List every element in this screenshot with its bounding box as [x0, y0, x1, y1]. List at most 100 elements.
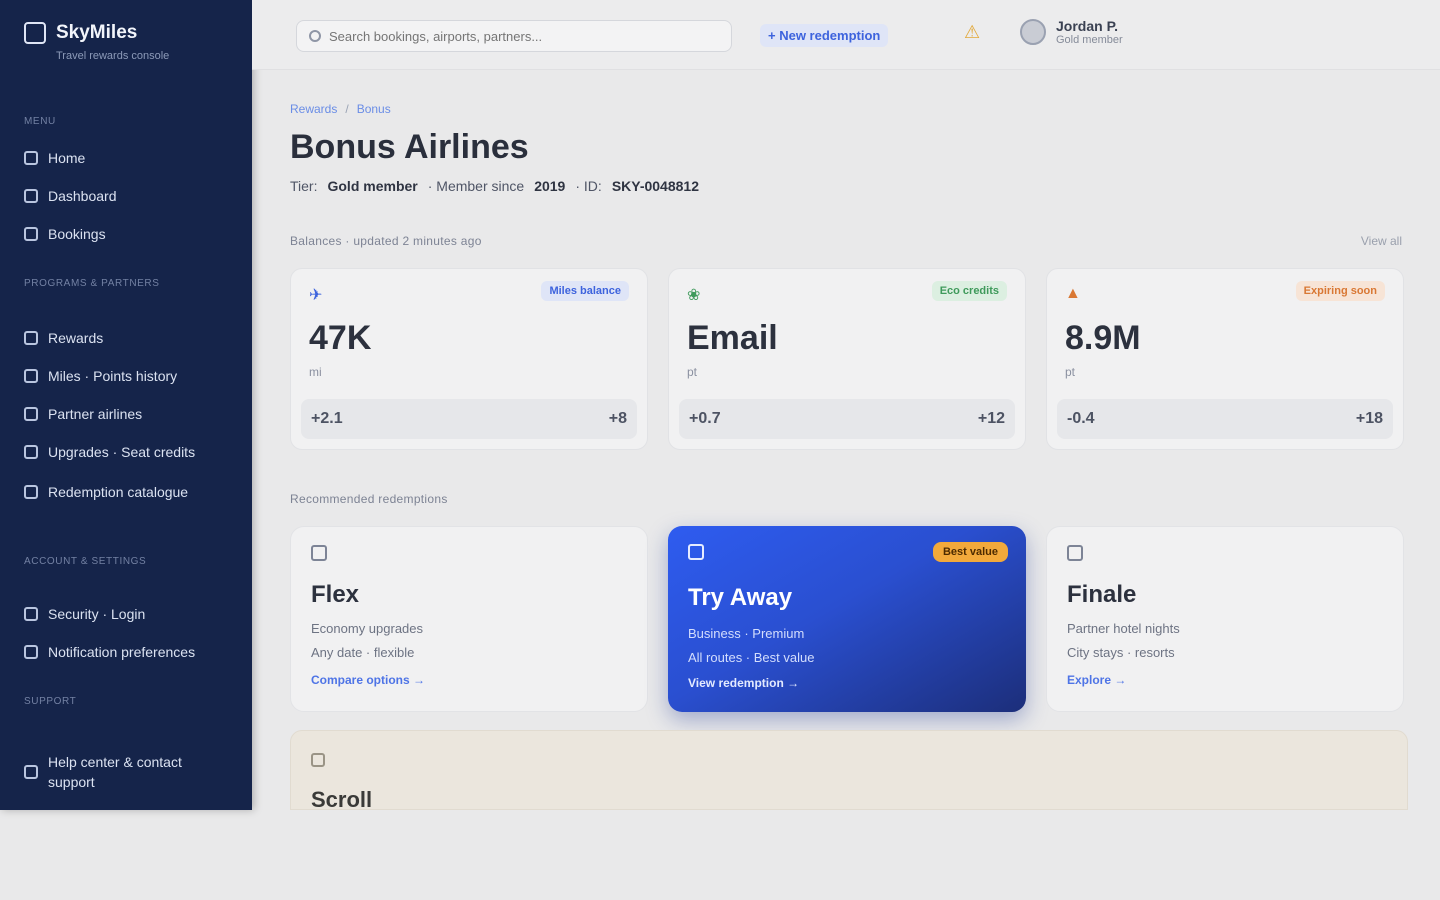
gift-icon [24, 331, 38, 345]
brand-subtitle: Travel rewards console [56, 50, 170, 62]
breadcrumb: Rewards / Bonus [290, 102, 391, 116]
plane-icon [24, 407, 38, 421]
nav-section-programs: Programs & partners [24, 278, 160, 289]
topbar: + New redemption ⚠ Jordan P. Gold member [252, 0, 1440, 70]
nav-section-menu: Menu [24, 116, 56, 127]
bottom-card[interactable]: Scroll [290, 730, 1408, 812]
breadcrumb-item[interactable]: Rewards [290, 102, 337, 116]
trend-left: -0.4 [1067, 410, 1095, 427]
ticket-icon [24, 227, 38, 241]
home-icon [24, 151, 38, 165]
page-title: Bonus Airlines [290, 128, 529, 166]
sidebar-item-bookings[interactable]: Bookings [24, 226, 106, 242]
sidebar-item-rewards[interactable]: Rewards [24, 330, 103, 346]
plan-link[interactable]: Compare options → [311, 673, 425, 687]
plan-card-featured[interactable]: Best value Try Away Business · Premium A… [668, 526, 1026, 712]
balance-unit: mi [309, 365, 322, 379]
bottom-card-title: Scroll [311, 787, 373, 812]
user-name: Jordan P. [1056, 18, 1118, 34]
sidebar-item-security[interactable]: Security · Login [24, 606, 145, 622]
balance-trend: -0.4 +18 [1057, 399, 1393, 439]
plan-description: Business · Premium All routes · Best val… [688, 626, 815, 665]
status-badge: Eco credits [931, 281, 1007, 301]
plan-card-finale[interactable]: Finale Partner hotel nights City stays ·… [1046, 526, 1404, 712]
plan-card-flex[interactable]: Flex Economy upgrades Any date · flexibl… [290, 526, 648, 712]
leaf-icon: ❀ [687, 287, 701, 304]
subtitle-tier: Gold member [327, 178, 418, 194]
sidebar-item-partner-airlines[interactable]: Partner airlines [24, 406, 142, 422]
dashboard-icon [24, 189, 38, 203]
view-all-link[interactable]: View all [1361, 234, 1402, 248]
plane-icon: ✈ [309, 287, 323, 304]
trend-right: +18 [1355, 410, 1383, 427]
sidebar-item-dashboard[interactable]: Dashboard [24, 188, 117, 204]
user-role: Gold member [1056, 34, 1123, 46]
catalogue-icon [24, 485, 38, 499]
plan-name: Try Away [688, 584, 793, 611]
sidebar-item-redemption-catalogue[interactable]: Redemption catalogue [24, 482, 194, 502]
sidebar-item-label: Notification preferences [48, 644, 196, 660]
sidebar-item-label: Upgrades · Seat credits [48, 444, 196, 460]
search-input[interactable] [329, 28, 719, 44]
search-box[interactable] [296, 20, 732, 52]
sidebar-item-label: Bookings [48, 226, 106, 242]
subtitle-since: 2019 [534, 178, 566, 194]
balance-trend: +0.7 +12 [679, 399, 1015, 439]
sidebar-item-upgrades[interactable]: Upgrades · Seat credits [24, 444, 195, 460]
plan-icon [311, 545, 327, 561]
subtitle-since-label: · Member since [427, 178, 525, 194]
sidebar-item-label: Security · Login [48, 606, 146, 622]
bell-icon[interactable]: ⚠ [964, 22, 982, 44]
balances-label: Balances · updated 2 minutes ago [290, 234, 482, 248]
sidebar-item-label: Miles · Points history [48, 368, 178, 384]
brand-name: SkyMiles [56, 22, 138, 43]
search-icon [309, 30, 321, 42]
logo-icon [24, 22, 46, 44]
plans-label: Recommended redemptions [290, 492, 448, 506]
seat-icon [24, 445, 38, 459]
subtitle-id: SKY-0048812 [611, 178, 699, 194]
card-icon [311, 753, 325, 767]
balance-unit: pt [1065, 365, 1076, 379]
trend-right: +12 [977, 410, 1005, 427]
balance-unit: pt [687, 365, 698, 379]
trend-left: +2.1 [311, 410, 343, 427]
new-redemption-button[interactable]: + New redemption [760, 24, 889, 47]
user-menu[interactable]: Jordan P. Gold member [1020, 18, 1123, 46]
plan-link[interactable]: View redemption → [688, 676, 799, 690]
sidebar-item-label: Partner airlines [48, 406, 143, 422]
trend-right: +8 [608, 410, 627, 427]
brand[interactable]: SkyMiles Travel rewards console [24, 22, 169, 62]
sidebar: SkyMiles Travel rewards console Menu Hom… [0, 0, 252, 810]
balance-card[interactable]: ▲ Expiring soon 8.9M pt -0.4 +18 [1046, 268, 1404, 450]
balance-value: 47K [309, 319, 372, 357]
subtitle-id-label: · ID: [575, 178, 602, 194]
nav-section-support: Support [24, 696, 77, 707]
plan-icon [1067, 545, 1083, 561]
sidebar-item-label: Redemption catalogue [48, 484, 189, 500]
plan-name: Finale [1067, 581, 1137, 608]
sidebar-item-label: Home [48, 150, 86, 166]
sidebar-item-label: Help center & contact support [48, 754, 182, 790]
plan-description: Partner hotel nights City stays · resort… [1067, 621, 1180, 660]
balance-card[interactable]: ✈ Miles balance 47K mi +2.1 +8 [290, 268, 648, 450]
plan-description: Economy upgrades Any date · flexible [311, 621, 424, 660]
sidebar-item-label: Rewards [48, 330, 104, 346]
flame-icon: ▲ [1065, 285, 1081, 302]
avatar [1020, 19, 1046, 45]
subtitle-tier-label: Tier: [290, 178, 318, 194]
nav-section-account: Account & settings [24, 556, 147, 567]
sidebar-item-miles-history[interactable]: Miles · Points history [24, 368, 177, 384]
breadcrumb-item[interactable]: Bonus [357, 102, 391, 116]
sidebar-item-home[interactable]: Home [24, 150, 85, 166]
balance-value: 8.9M [1065, 319, 1141, 357]
sidebar-item-help[interactable]: Help center & contact support [24, 752, 204, 792]
status-badge: Expiring soon [1295, 281, 1385, 301]
trend-left: +0.7 [689, 410, 721, 427]
sidebar-item-notifications[interactable]: Notification preferences [24, 644, 195, 660]
status-badge: Miles balance [541, 281, 629, 301]
balance-card[interactable]: ❀ Eco credits Email pt +0.7 +12 [668, 268, 1026, 450]
plan-icon [688, 544, 704, 560]
history-icon [24, 369, 38, 383]
plan-link[interactable]: Explore → [1067, 673, 1126, 687]
